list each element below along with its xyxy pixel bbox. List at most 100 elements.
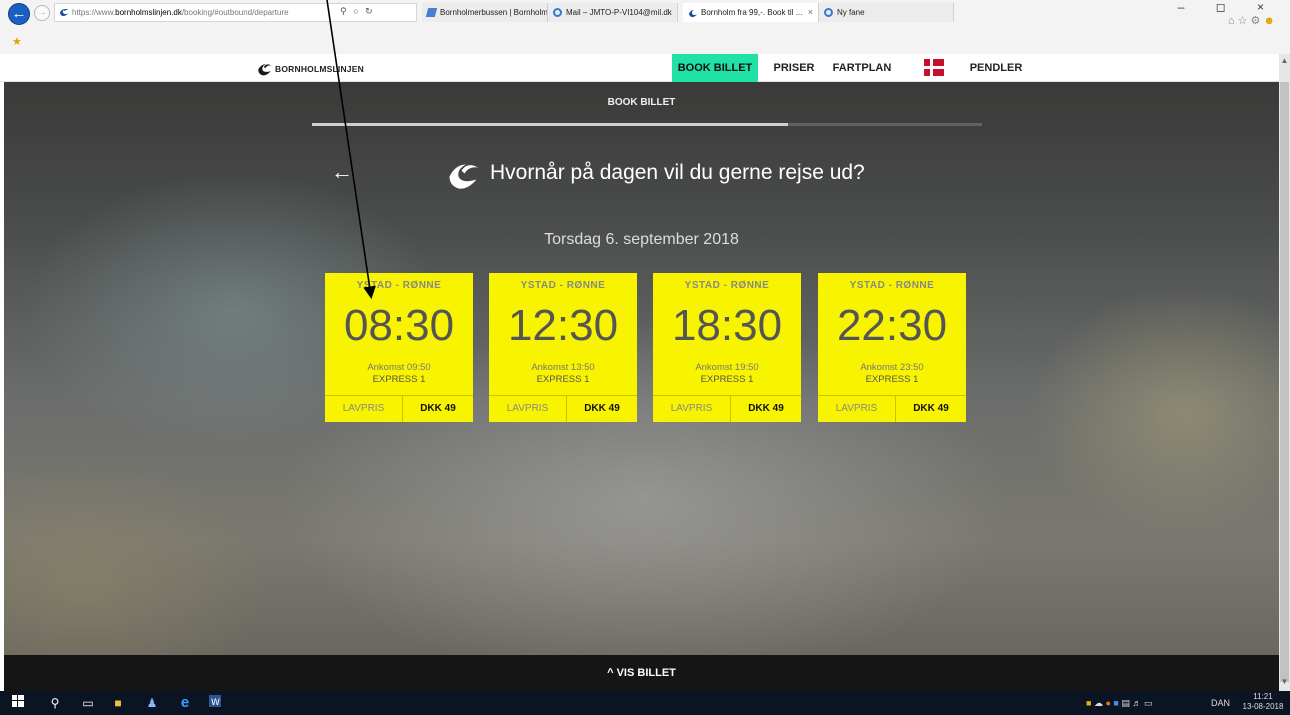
route-label: YSTAD - RØNNE <box>356 280 442 291</box>
lock-icon: ○ <box>353 6 361 16</box>
favorites-star-icon[interactable]: ☆ <box>1238 15 1251 27</box>
search-icon[interactable]: ⚲ <box>47 695 63 711</box>
fare-type: LAVPRIS <box>818 396 896 422</box>
task-view-icon[interactable]: ▭ <box>80 695 96 711</box>
input-language[interactable]: DAN <box>1211 695 1230 711</box>
bornholmslinjen-logo-icon <box>258 64 272 76</box>
window-controls[interactable]: – ◻ × <box>1178 0 1278 14</box>
ship-name: EXPRESS 1 <box>536 374 590 385</box>
fare-type: LAVPRIS <box>489 396 567 422</box>
card-footer: LAVPRIS DKK 49 <box>818 395 966 422</box>
browser-tab-active[interactable]: Bornholm fra 99,-. Book til ... × <box>683 3 819 22</box>
tray-app-icon[interactable]: ● <box>1105 698 1110 708</box>
refresh-icon[interactable]: ↻ <box>365 6 375 16</box>
start-windows-icon[interactable] <box>10 695 26 711</box>
departure-time: 08:30 <box>343 301 455 350</box>
site-favicon-icon <box>689 9 697 18</box>
booking-hero: BOOK BILLET ← Hvornår på dagen vil du ge… <box>4 82 1279 655</box>
smiley-icon[interactable]: ☻ <box>1263 15 1278 27</box>
scroll-up-icon[interactable]: ▲ <box>1279 56 1290 68</box>
back-button[interactable]: ← <box>8 3 30 25</box>
file-explorer-icon[interactable]: ■ <box>110 695 126 711</box>
page-question: Hvornår på dagen vil du gerne rejse ud? <box>490 161 865 184</box>
tray-cloud-icon[interactable]: ☁ <box>1094 698 1103 708</box>
arrival-time: Ankomst 13:50 <box>531 362 595 373</box>
tab-close-icon[interactable]: × <box>808 3 813 22</box>
departure-time: 18:30 <box>671 301 783 350</box>
search-icon[interactable]: ⚲ <box>340 6 349 16</box>
people-icon[interactable]: ♟ <box>144 695 160 711</box>
route-label: YSTAD - RØNNE <box>520 280 606 291</box>
word-app-icon[interactable]: W <box>207 695 223 711</box>
route-label: YSTAD - RØNNE <box>684 280 770 291</box>
ie-icon <box>553 8 562 17</box>
settings-gear-icon[interactable]: ⚙ <box>1251 15 1264 27</box>
departure-card[interactable]: YSTAD - RØNNE 22:30 Ankomst 23:50 EXPRES… <box>818 273 966 422</box>
system-tray-icons[interactable]: ■ ☁ ● ■ ▤ ♬ ▭ <box>1086 695 1152 711</box>
departure-card[interactable]: YSTAD - RØNNE 18:30 Ankomst 19:50 EXPRES… <box>653 273 801 422</box>
section-label: BOOK BILLET <box>607 97 676 108</box>
scroll-down-icon[interactable]: ▼ <box>1279 677 1290 689</box>
browser-chrome: ← → https://www.bornholmslinjen.dk/booki… <box>0 0 1290 54</box>
browser-tab-label: Ny fane <box>837 8 865 17</box>
fare-price: DKK 49 <box>584 403 620 414</box>
url-prefix: https://www. <box>72 8 116 17</box>
card-footer: LAVPRIS DKK 49 <box>325 395 473 422</box>
notifications-icon[interactable]: ▭ <box>1144 698 1153 708</box>
network-icon[interactable]: ▤ <box>1121 698 1130 708</box>
forward-button[interactable]: → <box>34 5 50 21</box>
ie-icon <box>824 8 833 17</box>
route-label: YSTAD - RØNNE <box>849 280 935 291</box>
system-clock[interactable]: 11:21 13-08-2018 <box>1240 692 1286 712</box>
url-path: /booking/#outbound/departure <box>181 8 289 17</box>
browser-tab[interactable]: Mail – JMTO-P-VI104@mil.dk <box>548 3 678 22</box>
booking-progress-bar <box>312 123 982 126</box>
nav-pendler[interactable]: PENDLER <box>968 54 1024 82</box>
internet-explorer-icon[interactable]: e <box>177 695 193 711</box>
fare-price: DKK 49 <box>420 403 456 414</box>
departure-card[interactable]: YSTAD - RØNNE 08:30 Ankomst 09:50 EXPRES… <box>325 273 473 422</box>
site-header: BORNHOLMSLINJEN BOOK BILLET PRISER FARTP… <box>0 54 1279 82</box>
site-logo[interactable]: BORNHOLMSLINJEN <box>257 62 364 76</box>
tray-blue-icon[interactable]: ■ <box>1113 698 1118 708</box>
nav-fartplan[interactable]: FARTPLAN <box>827 54 897 82</box>
tray-shield-icon[interactable]: ■ <box>1086 698 1091 708</box>
fare-type: LAVPRIS <box>653 396 731 422</box>
arrival-time: Ankomst 23:50 <box>860 362 924 373</box>
scrollbar[interactable]: ▲ ▼ <box>1279 54 1290 691</box>
arrival-time: Ankomst 19:50 <box>695 362 759 373</box>
departure-time: 22:30 <box>836 301 948 350</box>
browser-toolbar-icons[interactable]: ⌂☆⚙☻ <box>1228 14 1278 27</box>
svg-text:W: W <box>211 698 220 707</box>
fare-price: DKK 49 <box>748 403 784 414</box>
departure-time: 12:30 <box>507 301 619 350</box>
volume-icon[interactable]: ♬ <box>1132 698 1141 708</box>
home-icon[interactable]: ⌂ <box>1228 15 1238 27</box>
url-host: bornholmslinjen.dk <box>115 8 182 17</box>
browser-tab[interactable]: Bornholmerbussen | Bornholm... <box>422 3 548 22</box>
favorites-bar-icon[interactable]: ★ <box>12 35 22 48</box>
scrollbar-thumb[interactable] <box>1280 82 1289 682</box>
clock-date: 13-08-2018 <box>1242 702 1284 711</box>
site-favicon-icon <box>60 8 69 17</box>
address-tools[interactable]: ⚲ ○ ↻ <box>340 3 375 20</box>
arrival-time: Ankomst 09:50 <box>367 362 431 373</box>
nav-priser[interactable]: PRISER <box>768 54 820 82</box>
ship-name: EXPRESS 1 <box>865 374 919 385</box>
tab-icon <box>425 8 438 17</box>
browser-tab[interactable]: Ny fane <box>819 3 954 22</box>
ship-name: EXPRESS 1 <box>372 374 426 385</box>
departure-card[interactable]: YSTAD - RØNNE 12:30 Ankomst 13:50 EXPRES… <box>489 273 637 422</box>
logo-text: BORNHOLMSLINJEN <box>275 64 364 74</box>
card-footer: LAVPRIS DKK 49 <box>653 395 801 422</box>
danish-flag-icon[interactable] <box>924 59 944 76</box>
bornholmslinjen-logo-icon <box>449 164 478 189</box>
nav-book-billet[interactable]: BOOK BILLET <box>672 54 758 82</box>
browser-tab-label: Mail – JMTO-P-VI104@mil.dk <box>566 8 672 17</box>
fare-price: DKK 49 <box>913 403 949 414</box>
clock-time: 11:21 <box>1253 692 1273 701</box>
browser-tab-label: Bornholm fra 99,-. Book til ... <box>701 8 803 17</box>
vis-billet-button[interactable]: ^ VIS BILLET <box>4 655 1279 691</box>
back-arrow-icon[interactable]: ← <box>331 159 353 185</box>
travel-date: Torsdag 6. september 2018 <box>544 231 739 248</box>
